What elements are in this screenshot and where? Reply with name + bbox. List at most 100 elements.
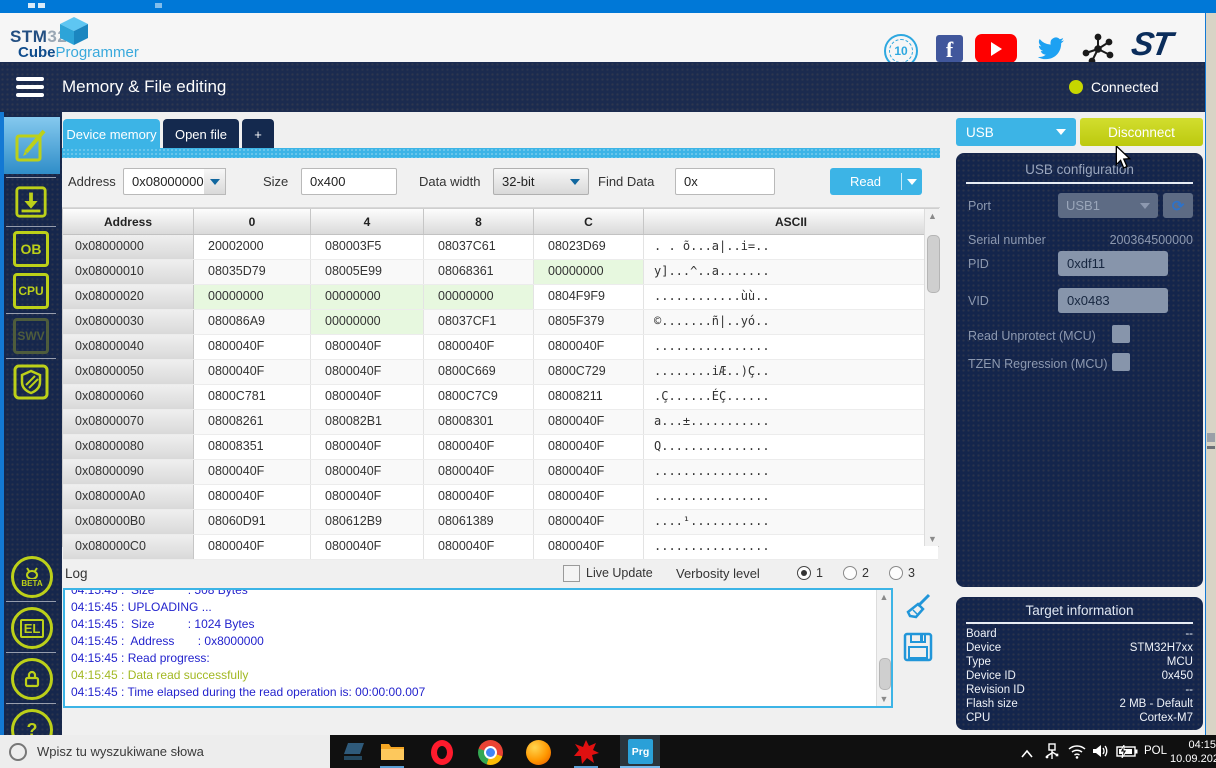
hex-value-cell[interactable]: 08035D79 bbox=[194, 260, 311, 284]
hex-value-cell[interactable]: 0800040F bbox=[424, 535, 534, 559]
hex-value-cell[interactable]: 08060D91 bbox=[194, 510, 311, 534]
verbosity-radio-3[interactable] bbox=[889, 566, 903, 580]
table-row[interactable]: 0x080000500800040F0800040F0800C6690800C7… bbox=[63, 360, 938, 385]
column-header-8[interactable]: 8 bbox=[424, 209, 534, 234]
tray-chevron-icon[interactable] bbox=[1020, 746, 1034, 764]
hex-value-cell[interactable]: 0800040F bbox=[311, 460, 424, 484]
table-row[interactable]: 0x080000600800C7810800040F0800C7C9080082… bbox=[63, 385, 938, 410]
opera-icon[interactable] bbox=[429, 739, 455, 765]
table-row[interactable]: 0x0800007008008261080082B108008301080004… bbox=[63, 410, 938, 435]
column-header-ascii[interactable]: ASCII bbox=[644, 209, 938, 234]
tab-open-file[interactable]: Open file bbox=[163, 119, 239, 149]
verbosity-radio-1[interactable] bbox=[797, 566, 811, 580]
tray-language[interactable]: POL bbox=[1144, 745, 1167, 757]
hex-value-cell[interactable]: 080082B1 bbox=[311, 410, 424, 434]
sidebar-item-beta[interactable]: BETA bbox=[11, 556, 53, 598]
scrollbar-thumb[interactable] bbox=[927, 235, 940, 293]
column-header-4[interactable]: 4 bbox=[311, 209, 424, 234]
file-explorer-icon[interactable] bbox=[379, 739, 405, 765]
hex-value-cell[interactable]: 0800040F bbox=[311, 485, 424, 509]
hex-value-cell[interactable]: 0800040F bbox=[194, 485, 311, 509]
size-input[interactable]: 0x400 bbox=[301, 168, 397, 195]
hex-value-cell[interactable]: 08068361 bbox=[424, 260, 534, 284]
hex-value-cell[interactable]: 0800040F bbox=[424, 435, 534, 459]
clear-log-broom-icon[interactable] bbox=[905, 592, 935, 624]
youtube-icon[interactable] bbox=[975, 34, 1017, 63]
hex-value-cell[interactable]: 08008211 bbox=[534, 385, 644, 409]
column-header-c[interactable]: C bbox=[534, 209, 644, 234]
hex-value-cell[interactable]: 00000000 bbox=[194, 285, 311, 309]
tray-clock[interactable]: 04:15 10.09.2020 bbox=[1170, 738, 1216, 766]
scroll-up-icon[interactable]: ▲ bbox=[925, 209, 940, 223]
hex-value-cell[interactable]: 08061389 bbox=[424, 510, 534, 534]
port-select[interactable]: USB1 bbox=[1058, 193, 1158, 218]
address-dropdown-button[interactable] bbox=[204, 168, 226, 195]
log-output[interactable]: 04:15:45 : Size : 508 Bytes04:15:45 : UP… bbox=[63, 588, 893, 708]
tray-usb-icon[interactable] bbox=[1044, 742, 1060, 767]
hex-value-cell[interactable]: 0800040F bbox=[534, 510, 644, 534]
address-input[interactable]: 0x08000000 bbox=[123, 168, 213, 195]
table-row[interactable]: 0x080000900800040F0800040F0800040F080004… bbox=[63, 460, 938, 485]
hex-value-cell[interactable]: 0805F379 bbox=[534, 310, 644, 334]
sidebar-item-security[interactable] bbox=[13, 364, 49, 400]
live-update-checkbox[interactable] bbox=[563, 565, 580, 582]
hex-value-cell[interactable]: 0800040F bbox=[424, 485, 534, 509]
hex-value-cell[interactable]: 080612B9 bbox=[311, 510, 424, 534]
sidebar-item-cpu[interactable]: CPU bbox=[13, 273, 49, 309]
hex-value-cell[interactable]: 0800040F bbox=[311, 535, 424, 559]
hex-value-cell[interactable]: 0800040F bbox=[534, 460, 644, 484]
sidebar-item-swv[interactable]: SWV bbox=[13, 318, 49, 354]
table-row[interactable]: 0x080000A00800040F0800040F0800040F080004… bbox=[63, 485, 938, 510]
scrollbar-thumb[interactable] bbox=[879, 658, 891, 690]
sidebar-item-option-bytes[interactable]: OB bbox=[13, 231, 49, 267]
hex-value-cell[interactable]: 0800040F bbox=[194, 460, 311, 484]
tray-wifi-icon[interactable] bbox=[1068, 744, 1086, 764]
data-width-select[interactable]: 32-bit bbox=[493, 168, 589, 195]
table-row[interactable]: 0x080000B008060D91080612B908061389080004… bbox=[63, 510, 938, 535]
pid-field[interactable]: 0xdf11 bbox=[1058, 251, 1168, 276]
hex-value-cell[interactable]: 0800040F bbox=[194, 535, 311, 559]
hex-value-cell[interactable]: 0800040F bbox=[534, 410, 644, 434]
hex-value-cell[interactable]: 0800040F bbox=[534, 335, 644, 359]
tray-speaker-icon[interactable] bbox=[1092, 743, 1110, 764]
hex-value-cell[interactable]: 08008351 bbox=[194, 435, 311, 459]
hex-value-cell[interactable]: 080003F5 bbox=[311, 235, 424, 259]
firefox-icon[interactable] bbox=[525, 739, 551, 765]
hex-value-cell[interactable]: 00000000 bbox=[311, 310, 424, 334]
vid-field[interactable]: 0x0483 bbox=[1058, 288, 1168, 313]
hex-value-cell[interactable]: 08037C61 bbox=[424, 235, 534, 259]
taskbar-search[interactable]: Wpisz tu wyszukiwane słowa bbox=[0, 735, 330, 768]
table-row[interactable]: 0x0800000020002000080003F508037C6108023D… bbox=[63, 235, 938, 260]
hex-value-cell[interactable]: 0800C729 bbox=[534, 360, 644, 384]
table-scrollbar[interactable]: ▲ ▼ bbox=[924, 209, 940, 546]
scroll-up-icon[interactable]: ▲ bbox=[877, 590, 891, 604]
hex-value-cell[interactable]: 0804F9F9 bbox=[534, 285, 644, 309]
sidebar-item-external-loaders[interactable]: EL bbox=[11, 607, 53, 649]
tzen-regression-checkbox[interactable] bbox=[1112, 353, 1130, 371]
hex-value-cell[interactable]: 08005E99 bbox=[311, 260, 424, 284]
hex-value-cell[interactable]: 0800040F bbox=[534, 535, 644, 559]
hex-value-cell[interactable]: 08008301 bbox=[424, 410, 534, 434]
scroll-down-icon[interactable]: ▼ bbox=[925, 532, 940, 546]
column-header-address[interactable]: Address bbox=[63, 209, 194, 234]
table-row[interactable]: 0x08000080080083510800040F0800040F080004… bbox=[63, 435, 938, 460]
tab-add[interactable]: + bbox=[242, 119, 274, 149]
taskview-icon[interactable] bbox=[341, 739, 367, 765]
hex-value-cell[interactable]: 08023D69 bbox=[534, 235, 644, 259]
log-scrollbar[interactable]: ▲ ▼ bbox=[876, 590, 891, 706]
table-row[interactable]: 0x0800001008035D7908005E9908068361000000… bbox=[63, 260, 938, 285]
hex-value-cell[interactable]: 00000000 bbox=[534, 260, 644, 284]
read-split-button[interactable]: Read bbox=[830, 168, 922, 195]
find-data-input[interactable]: 0x bbox=[675, 168, 775, 195]
disconnect-button[interactable]: Disconnect bbox=[1080, 118, 1203, 146]
hex-value-cell[interactable]: 0800040F bbox=[534, 485, 644, 509]
table-row[interactable]: 0x080000200000000000000000000000000804F9… bbox=[63, 285, 938, 310]
hex-value-cell[interactable]: 00000000 bbox=[311, 285, 424, 309]
hex-value-cell[interactable]: 00000000 bbox=[424, 285, 534, 309]
sidebar-item-erasing-programming[interactable] bbox=[13, 184, 49, 220]
hex-value-cell[interactable]: 0800C7C9 bbox=[424, 385, 534, 409]
cubeprogrammer-taskbar-slot[interactable]: Prg bbox=[620, 735, 660, 768]
window-titlebar[interactable] bbox=[0, 0, 1216, 13]
hex-value-cell[interactable]: 20002000 bbox=[194, 235, 311, 259]
hex-value-cell[interactable]: 0800040F bbox=[194, 335, 311, 359]
